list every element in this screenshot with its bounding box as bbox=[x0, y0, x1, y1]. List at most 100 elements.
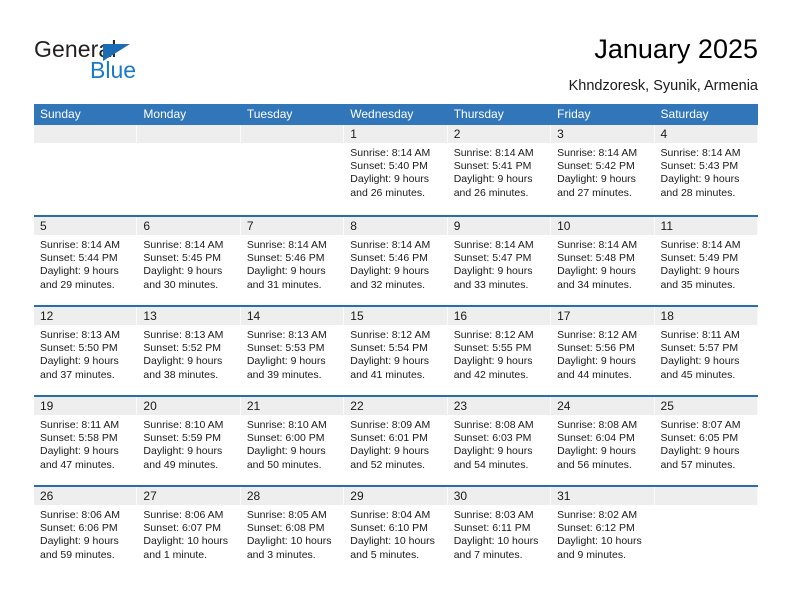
day-number-band bbox=[34, 125, 138, 143]
general-blue-logo[interactable]: General Blue bbox=[34, 36, 214, 88]
sunset-text: Sunset: 5:53 PM bbox=[246, 342, 325, 355]
calendar-day-cell[interactable]: 30 Sunrise: 8:03 AM Sunset: 6:11 PM Dayligh… bbox=[447, 487, 552, 575]
daylight-text-line2: and 52 minutes. bbox=[350, 458, 425, 471]
daylight-text-line2: and 54 minutes. bbox=[453, 458, 529, 471]
day-number-band: 27 bbox=[137, 487, 241, 505]
daylight-text-line2: and 32 minutes. bbox=[350, 278, 425, 291]
calendar-day-cell-empty bbox=[137, 125, 241, 215]
calendar-day-cell-empty bbox=[654, 487, 758, 575]
day-number-band: 31 bbox=[551, 487, 655, 505]
day-number: 26 bbox=[40, 489, 54, 503]
day-number: 3 bbox=[557, 127, 564, 141]
daylight-text-line1: Daylight: 9 hours bbox=[143, 265, 223, 278]
sunrise-text: Sunrise: 8:11 AM bbox=[40, 419, 120, 431]
sunrise-text: Sunrise: 8:04 AM bbox=[350, 509, 431, 521]
daylight-text-line1: Daylight: 9 hours bbox=[40, 265, 119, 278]
day-number-band: 26 bbox=[34, 487, 138, 505]
day-number-band: 14 bbox=[240, 307, 345, 325]
calendar-day-cell[interactable]: 4 Sunrise: 8:14 AM Sunset: 5:43 PM Daylight… bbox=[654, 125, 758, 215]
calendar-day-cell[interactable]: 23 Sunrise: 8:08 AM Sunset: 6:03 PM Dayligh… bbox=[447, 397, 552, 485]
day-number: 6 bbox=[143, 219, 151, 233]
calendar-day-cell[interactable]: 18 Sunrise: 8:11 AM Sunset: 5:57 PM Dayligh… bbox=[654, 307, 758, 395]
calendar-day-cell[interactable]: 9 Sunrise: 8:14 AM Sunset: 5:47 PM Daylight… bbox=[447, 217, 552, 305]
calendar-day-cell[interactable]: 2 Sunrise: 8:14 AM Sunset: 5:41 PM Daylight… bbox=[447, 125, 552, 215]
calendar-day-cell[interactable]: 27 Sunrise: 8:06 AM Sunset: 6:07 PM Dayligh… bbox=[137, 487, 241, 575]
sunset-text: Sunset: 6:07 PM bbox=[143, 522, 222, 535]
calendar-day-cell[interactable]: 1 Sunrise: 8:14 AM Sunset: 5:40 PM Daylight… bbox=[344, 125, 448, 215]
day-number: 16 bbox=[453, 309, 468, 323]
daylight-text-line2: and 31 minutes. bbox=[246, 278, 322, 291]
calendar-day-cell[interactable]: 26 Sunrise: 8:06 AM Sunset: 6:06 PM Dayligh… bbox=[34, 487, 138, 575]
day-number: 29 bbox=[350, 489, 364, 503]
calendar-day-cell[interactable]: 29 Sunrise: 8:04 AM Sunset: 6:10 PM Dayligh… bbox=[344, 487, 448, 575]
day-number: 23 bbox=[453, 399, 468, 413]
calendar-day-cell[interactable]: 28 Sunrise: 8:05 AM Sunset: 6:08 PM Dayligh… bbox=[240, 487, 345, 575]
calendar-week-row: 26 Sunrise: 8:06 AM Sunset: 6:06 PM Dayligh… bbox=[34, 485, 758, 575]
sunrise-text: Sunrise: 8:14 AM bbox=[453, 239, 534, 251]
calendar-day-cell[interactable]: 22 Sunrise: 8:09 AM Sunset: 6:01 PM Dayligh… bbox=[344, 397, 448, 485]
calendar-day-cell[interactable]: 7 Sunrise: 8:14 AM Sunset: 5:46 PM Daylight… bbox=[240, 217, 345, 305]
daylight-text-line1: Daylight: 9 hours bbox=[660, 445, 740, 458]
calendar-day-cell[interactable]: 15 Sunrise: 8:12 AM Sunset: 5:54 PM Dayligh… bbox=[344, 307, 448, 395]
daylight-text-line1: Daylight: 9 hours bbox=[246, 355, 326, 368]
daylight-text-line2: and 41 minutes. bbox=[350, 368, 425, 381]
sunset-text: Sunset: 5:45 PM bbox=[143, 252, 222, 265]
calendar-day-cell[interactable]: 11 Sunrise: 8:14 AM Sunset: 5:49 PM Dayligh… bbox=[654, 217, 758, 305]
day-number: 31 bbox=[557, 489, 571, 503]
calendar-day-cell[interactable]: 19 Sunrise: 8:11 AM Sunset: 5:58 PM Dayligh… bbox=[34, 397, 138, 485]
calendar-day-cell[interactable]: 6 Sunrise: 8:14 AM Sunset: 5:45 PM Daylight… bbox=[137, 217, 241, 305]
calendar-day-cell[interactable]: 12 Sunrise: 8:13 AM Sunset: 5:50 PM Dayligh… bbox=[34, 307, 138, 395]
day-details: Sunrise: 8:14 AM Sunset: 5:44 PM Daylight:… bbox=[34, 235, 137, 292]
calendar-day-cell[interactable]: 25 Sunrise: 8:07 AM Sunset: 6:05 PM Dayligh… bbox=[654, 397, 758, 485]
calendar-day-cell[interactable]: 10 Sunrise: 8:14 AM Sunset: 5:48 PM Dayligh… bbox=[551, 217, 655, 305]
sunset-text: Sunset: 5:44 PM bbox=[40, 252, 118, 265]
sunrise-text: Sunrise: 8:10 AM bbox=[246, 419, 327, 431]
day-details: Sunrise: 8:07 AM Sunset: 6:05 PM Daylight:… bbox=[655, 415, 758, 472]
day-number-band: 11 bbox=[654, 217, 758, 235]
sunrise-text: Sunrise: 8:08 AM bbox=[453, 419, 534, 431]
daylight-text-line1: Daylight: 9 hours bbox=[40, 445, 119, 458]
calendar-day-cell[interactable]: 24 Sunrise: 8:08 AM Sunset: 6:04 PM Dayligh… bbox=[551, 397, 655, 485]
day-details: Sunrise: 8:14 AM Sunset: 5:41 PM Daylight:… bbox=[448, 143, 551, 200]
sunset-text: Sunset: 5:59 PM bbox=[143, 432, 222, 445]
sunrise-text: Sunrise: 8:08 AM bbox=[557, 419, 638, 431]
calendar-day-cell[interactable]: 3 Sunrise: 8:14 AM Sunset: 5:42 PM Daylight… bbox=[551, 125, 655, 215]
day-details: Sunrise: 8:09 AM Sunset: 6:01 PM Daylight:… bbox=[344, 415, 447, 472]
calendar-day-cell[interactable]: 5 Sunrise: 8:14 AM Sunset: 5:44 PM Daylight… bbox=[34, 217, 138, 305]
calendar-day-cell[interactable]: 16 Sunrise: 8:12 AM Sunset: 5:55 PM Dayligh… bbox=[447, 307, 552, 395]
sunset-text: Sunset: 5:50 PM bbox=[40, 342, 118, 355]
daylight-text-line2: and 27 minutes. bbox=[557, 186, 632, 199]
calendar-week-row: 5 Sunrise: 8:14 AM Sunset: 5:44 PM Daylight… bbox=[34, 215, 758, 305]
day-details: Sunrise: 8:14 AM Sunset: 5:40 PM Daylight:… bbox=[344, 143, 447, 200]
day-details: Sunrise: 8:06 AM Sunset: 6:06 PM Daylight:… bbox=[34, 505, 137, 562]
sunset-text: Sunset: 6:08 PM bbox=[246, 522, 325, 535]
calendar-day-cell[interactable]: 14 Sunrise: 8:13 AM Sunset: 5:53 PM Dayligh… bbox=[240, 307, 345, 395]
day-number-band: 22 bbox=[344, 397, 448, 415]
sunrise-text: Sunrise: 8:11 AM bbox=[660, 329, 740, 341]
daylight-text-line1: Daylight: 9 hours bbox=[246, 265, 326, 278]
sunset-text: Sunset: 5:49 PM bbox=[660, 252, 739, 265]
daylight-text-line1: Daylight: 9 hours bbox=[557, 445, 636, 458]
calendar-day-cell[interactable]: 13 Sunrise: 8:13 AM Sunset: 5:52 PM Dayligh… bbox=[137, 307, 241, 395]
sunset-text: Sunset: 5:46 PM bbox=[350, 252, 428, 265]
daylight-text-line1: Daylight: 9 hours bbox=[350, 173, 430, 186]
sunrise-text: Sunrise: 8:02 AM bbox=[557, 509, 638, 521]
daylight-text-line1: Daylight: 9 hours bbox=[246, 445, 326, 458]
daylight-text-line1: Daylight: 10 hours bbox=[246, 535, 332, 548]
daylight-text-line2: and 38 minutes. bbox=[143, 368, 219, 381]
day-details: Sunrise: 8:12 AM Sunset: 5:56 PM Daylight:… bbox=[551, 325, 654, 382]
calendar-day-cell[interactable]: 17 Sunrise: 8:12 AM Sunset: 5:56 PM Dayligh… bbox=[551, 307, 655, 395]
day-number-band: 28 bbox=[240, 487, 345, 505]
calendar-day-cell[interactable]: 21 Sunrise: 8:10 AM Sunset: 6:00 PM Dayligh… bbox=[240, 397, 345, 485]
daylight-text-line1: Daylight: 9 hours bbox=[453, 265, 533, 278]
daylight-text-line2: and 44 minutes. bbox=[557, 368, 632, 381]
day-number: 19 bbox=[40, 399, 54, 413]
day-number-band: 17 bbox=[551, 307, 655, 325]
page-subtitle-location: Khndzoresk, Syunik, Armenia bbox=[568, 78, 758, 94]
calendar-day-cell[interactable]: 20 Sunrise: 8:10 AM Sunset: 5:59 PM Dayligh… bbox=[137, 397, 241, 485]
day-number-band: 18 bbox=[654, 307, 758, 325]
calendar-day-cell[interactable]: 31 Sunrise: 8:02 AM Sunset: 6:12 PM Dayligh… bbox=[551, 487, 655, 575]
day-details: Sunrise: 8:14 AM Sunset: 5:43 PM Daylight:… bbox=[655, 143, 758, 200]
sunrise-text: Sunrise: 8:14 AM bbox=[143, 239, 224, 251]
calendar-day-cell[interactable]: 8 Sunrise: 8:14 AM Sunset: 5:46 PM Daylight… bbox=[344, 217, 448, 305]
